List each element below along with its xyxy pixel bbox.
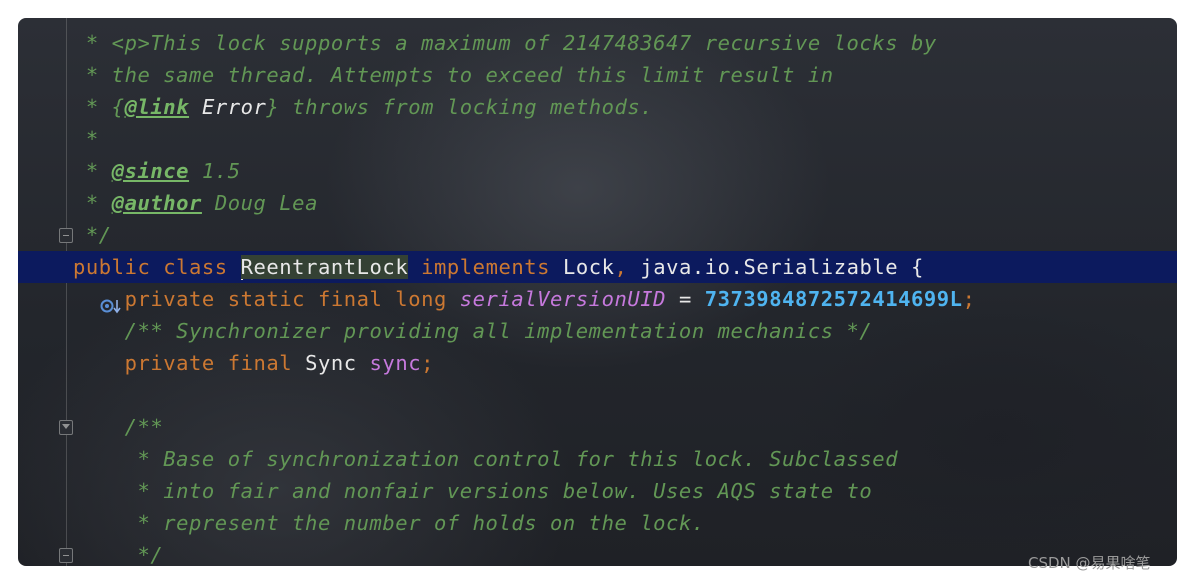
code-line[interactable]: /** Synchronizer providing all implement…: [18, 315, 1177, 347]
field-name[interactable]: sync: [370, 351, 422, 375]
number-literal: 7373984872572414699L: [704, 287, 963, 311]
javadoc-text: *: [73, 127, 99, 151]
javadoc-text: * {: [73, 95, 125, 119]
javadoc-text: /** Synchronizer providing all implement…: [73, 319, 873, 343]
code-line[interactable]: [18, 379, 1177, 411]
code-line[interactable]: * Base of synchronization control for th…: [18, 443, 1177, 475]
code-line[interactable]: * the same thread. Attempts to exceed th…: [18, 59, 1177, 91]
keyword: private final: [73, 351, 306, 375]
keyword: private static final long: [73, 287, 460, 311]
field-declaration: private final Sync sync;: [73, 347, 434, 379]
class-declaration: public class ReentrantLock implements Lo…: [73, 251, 924, 283]
field-declaration: private static final long serialVersionU…: [73, 283, 975, 315]
javadoc-text: 1.5: [189, 159, 241, 183]
code-line[interactable]: * into fair and nonfair versions below. …: [18, 475, 1177, 507]
javadoc-link-tag[interactable]: @link: [125, 95, 189, 119]
class-name[interactable]: ReentrantLock: [240, 255, 409, 279]
javadoc-text: * <p>This lock supports a maximum of 214…: [73, 31, 937, 55]
javadoc-text: * {@link Error} throws from locking meth…: [73, 91, 653, 123]
code-line[interactable]: */: [18, 539, 1177, 566]
javadoc-text: /**: [73, 415, 164, 439]
code-line[interactable]: private static final long serialVersionU…: [18, 283, 1177, 315]
code-line[interactable]: * @since 1.5: [18, 155, 1177, 187]
punctuation: ;: [962, 287, 976, 311]
code-line-current[interactable]: public class ReentrantLock implements Lo…: [18, 251, 1177, 314]
javadoc-text: *: [73, 159, 112, 183]
javadoc-text: */: [73, 223, 112, 247]
code-line[interactable]: */: [18, 219, 1177, 251]
keyword: public class: [73, 255, 241, 279]
watermark: CSDN @易果啥笔: [1028, 554, 1151, 572]
javadoc-text: * @since 1.5: [73, 155, 241, 187]
type-name[interactable]: Sync: [305, 351, 369, 375]
keyword: implements: [408, 255, 563, 279]
javadoc-text: * represent the number of holds on the l…: [73, 511, 705, 535]
interface-name[interactable]: Lock: [563, 255, 615, 279]
punctuation: ;: [421, 351, 435, 375]
code-line[interactable]: *: [18, 123, 1177, 155]
field-name[interactable]: serialVersionUID: [460, 287, 666, 311]
fold-collapse-icon[interactable]: [59, 228, 73, 243]
javadoc-text: } throws from locking methods.: [266, 95, 654, 119]
javadoc-text: *: [73, 191, 112, 215]
javadoc-link-reference[interactable]: Error: [202, 95, 266, 119]
interface-name[interactable]: java.io.Serializable {: [640, 255, 924, 279]
javadoc-text: * the same thread. Attempts to exceed th…: [73, 63, 834, 87]
code-line[interactable]: * represent the number of holds on the l…: [18, 507, 1177, 539]
code-line[interactable]: /**: [18, 411, 1177, 443]
javadoc-text: Doug Lea: [201, 191, 318, 215]
javadoc-text: [189, 95, 202, 119]
fold-expand-icon[interactable]: [59, 420, 73, 435]
operator: =: [666, 287, 705, 311]
javadoc-text: * @author Doug Lea: [73, 187, 318, 219]
javadoc-text: */: [73, 543, 164, 566]
javadoc-text: * Base of synchronization control for th…: [73, 447, 899, 471]
code-editor[interactable]: * <p>This lock supports a maximum of 214…: [18, 18, 1177, 566]
code-line[interactable]: * @author Doug Lea: [18, 187, 1177, 219]
javadoc-text: * into fair and nonfair versions below. …: [73, 479, 873, 503]
fold-collapse-icon[interactable]: [59, 548, 73, 563]
implemented-interface-icon[interactable]: [26, 259, 121, 314]
code-line[interactable]: * {@link Error} throws from locking meth…: [18, 91, 1177, 123]
javadoc-since-tag: @since: [111, 159, 190, 183]
code-line[interactable]: * <p>This lock supports a maximum of 214…: [18, 27, 1177, 59]
punctuation: ,: [614, 255, 641, 279]
code-line[interactable]: private final Sync sync;: [18, 347, 1177, 379]
javadoc-author-tag: @author: [111, 191, 202, 215]
